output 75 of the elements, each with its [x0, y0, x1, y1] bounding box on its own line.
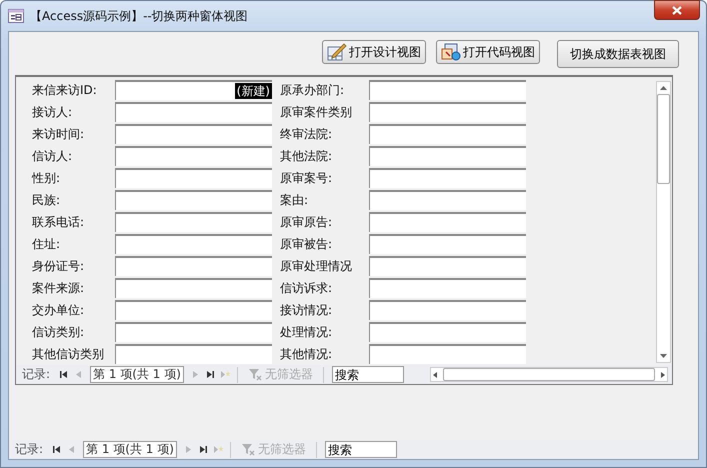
record-position-field[interactable]: 第 1 项(共 1 项) — [90, 366, 184, 383]
field-label: 联系电话: — [31, 214, 86, 230]
input-field[interactable] — [115, 234, 272, 254]
toolbar-button[interactable]: 打开设计视图 — [322, 40, 426, 64]
input-field[interactable] — [369, 168, 526, 188]
input-field[interactable] — [115, 300, 272, 320]
input-field[interactable] — [369, 212, 526, 232]
input-field[interactable]: (新建) — [115, 80, 272, 100]
field-label: 接访人: — [31, 104, 74, 120]
field-label: 其他法院: — [279, 148, 334, 164]
search-field[interactable]: 搜索 — [332, 366, 404, 383]
field-label: 其他情况: — [279, 346, 334, 362]
input-field[interactable] — [115, 212, 272, 232]
record-label: 记录: — [22, 366, 50, 383]
close-button[interactable] — [654, 0, 700, 20]
input-field[interactable] — [115, 102, 272, 122]
field-label: 接访情况: — [279, 302, 334, 318]
input-field[interactable] — [369, 322, 526, 342]
input-field[interactable] — [369, 124, 526, 144]
input-field[interactable] — [115, 168, 272, 188]
scroll-left-icon[interactable] — [430, 370, 439, 378]
field-label: 信访人: — [31, 148, 74, 164]
vertical-scrollbar[interactable] — [656, 81, 671, 363]
field-label: 案件来源: — [31, 280, 86, 296]
field-label: 来信来访ID: — [31, 82, 98, 98]
input-field[interactable] — [115, 146, 272, 166]
horizontal-scrollbar[interactable] — [430, 367, 668, 382]
input-field[interactable] — [369, 146, 526, 166]
input-field[interactable] — [369, 256, 526, 276]
input-field[interactable] — [115, 256, 272, 276]
scroll-right-icon[interactable] — [658, 370, 667, 378]
input-field[interactable] — [369, 80, 526, 100]
window-title: 【Access源码示例】--切换两种窗体视图 — [30, 8, 248, 24]
input-field[interactable] — [369, 234, 526, 254]
toolbar-button[interactable]: 切换成数据表视图 — [557, 40, 679, 68]
input-field[interactable] — [115, 190, 272, 210]
field-label: 信访类别: — [31, 324, 86, 340]
field-label: 终审法院: — [279, 126, 334, 142]
ruler-pencil-icon — [327, 43, 347, 61]
input-field[interactable] — [115, 124, 272, 144]
input-field[interactable] — [369, 102, 526, 122]
field-label: 性别: — [30, 170, 62, 186]
field-label: 原审案件类别 — [279, 104, 353, 120]
field-label: 住址: — [31, 236, 62, 252]
scroll-down-icon[interactable] — [659, 353, 668, 359]
field-label: 民族: — [31, 192, 62, 208]
field-label: 交办单位: — [31, 302, 86, 318]
input-field[interactable] — [369, 300, 526, 320]
field-label: 身份证号: — [31, 258, 86, 274]
record-position-field[interactable]: 第 1 项(共 1 项) — [83, 441, 177, 458]
toolbar-button[interactable]: 打开代码视图 — [436, 40, 540, 64]
field-label: 原审处理情况 — [279, 258, 353, 274]
scroll-up-icon[interactable] — [659, 85, 668, 91]
field-label: 原审原告: — [279, 214, 334, 230]
field-label: 原承办部门: — [279, 82, 346, 98]
field-label: 案由: — [279, 192, 310, 208]
field-label: 处理情况: — [279, 324, 334, 340]
filter-icon — [240, 443, 255, 456]
input-field[interactable] — [115, 344, 272, 364]
input-field[interactable] — [369, 344, 526, 364]
field-label: 原审案号: — [279, 170, 334, 186]
input-field[interactable] — [369, 190, 526, 210]
input-field[interactable] — [115, 278, 272, 298]
input-field[interactable] — [369, 278, 526, 298]
record-label: 记录: — [15, 441, 44, 458]
code-window-icon — [441, 43, 461, 61]
search-field[interactable]: 搜索 — [324, 441, 397, 458]
field-label: 其他信访类别 — [31, 346, 105, 362]
close-icon — [672, 6, 682, 14]
input-field[interactable] — [115, 322, 272, 342]
field-label: 来访时间: — [31, 126, 86, 142]
filter-icon — [248, 368, 262, 381]
field-label: 原审被告: — [279, 236, 334, 252]
form-icon — [8, 9, 24, 23]
field-label: 信访诉求: — [279, 280, 334, 296]
